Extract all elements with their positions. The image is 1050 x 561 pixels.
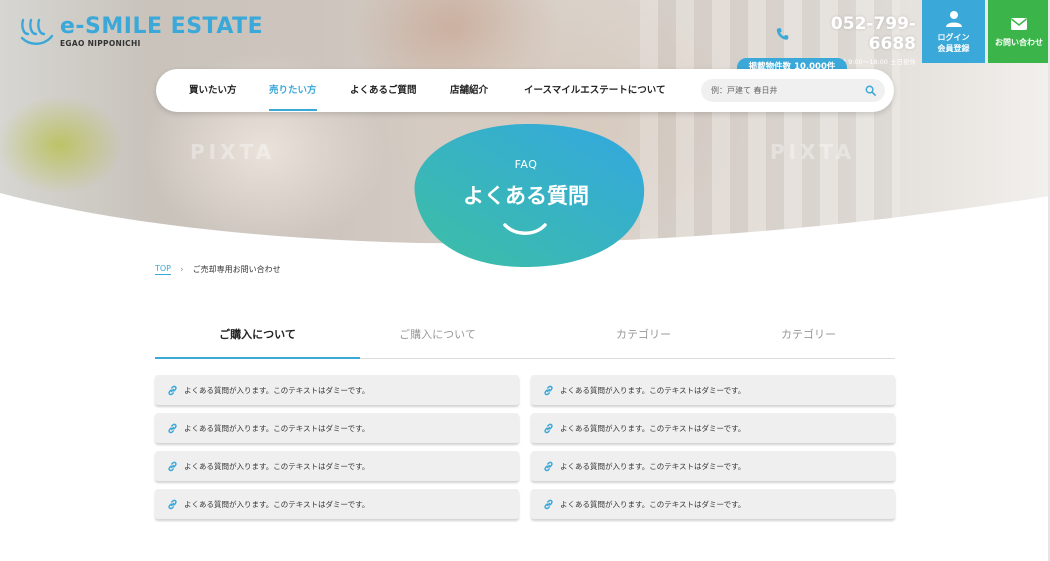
link-icon: [544, 423, 553, 433]
faq-question-text: よくある質問が入ります。このテキストはダミーです。: [560, 499, 746, 509]
page-title: よくある質問: [463, 184, 589, 208]
search-icon[interactable]: [865, 85, 876, 96]
faq-label-en: FAQ: [514, 158, 538, 171]
tab-purchase-1[interactable]: ご購入について: [155, 318, 360, 359]
faq-question-text: よくある質問が入ります。このテキストはダミーです。: [184, 423, 370, 433]
logo-subtitle: EGAO NIPPONICHI: [60, 39, 141, 48]
register-label: 会員登録: [937, 43, 970, 53]
search-box: [701, 79, 885, 102]
nav-item-about[interactable]: イースマイルエステートについて: [524, 69, 665, 112]
faq-question-text: よくある質問が入ります。このテキストはダミーです。: [560, 385, 746, 395]
main-nav: 買いたい方 売りたい方 よくあるご質問 店舗紹介 イースマイルエステートについて: [156, 69, 894, 112]
faq-item[interactable]: よくある質問が入ります。このテキストはダミーです。: [531, 375, 895, 405]
faq-question-text: よくある質問が入ります。このテキストはダミーです。: [560, 423, 746, 433]
link-icon: [544, 385, 553, 395]
phone-icon: [776, 28, 789, 40]
mail-icon: [1011, 18, 1027, 30]
link-icon: [544, 499, 553, 509]
smile-logo-icon: [20, 18, 54, 45]
tab-purchase-2[interactable]: ご購入について: [335, 318, 540, 358]
nav-item-stores[interactable]: 店舗紹介: [450, 69, 488, 112]
breadcrumb-top-link[interactable]: TOP: [155, 264, 172, 275]
breadcrumb-separator: ›: [180, 264, 184, 275]
contact-label: お問い合わせ: [995, 38, 1043, 47]
faq-question-text: よくある質問が入ります。このテキストはダミーです。: [184, 499, 370, 509]
login-button[interactable]: ログイン 会員登録: [922, 0, 985, 63]
link-icon: [168, 499, 177, 509]
faq-question-text: よくある質問が入ります。このテキストはダミーです。: [184, 461, 370, 471]
breadcrumb-current: ご売却専用お問い合わせ: [192, 265, 281, 274]
faq-item[interactable]: よくある質問が入ります。このテキストはダミーです。: [531, 489, 895, 519]
nav-item-faq[interactable]: よくあるご質問: [350, 69, 417, 112]
faq-item[interactable]: よくある質問が入ります。このテキストはダミーです。: [155, 451, 519, 481]
nav-item-buy[interactable]: 買いたい方: [189, 69, 237, 112]
nav-item-sell[interactable]: 売りたい方: [269, 69, 317, 112]
link-icon: [544, 461, 553, 471]
faq-item[interactable]: よくある質問が入ります。このテキストはダミーです。: [531, 413, 895, 443]
link-icon: [168, 461, 177, 471]
tab-category-2[interactable]: カテゴリー: [706, 318, 911, 358]
site-logo[interactable]: e-SMILE ESTATE EGAO NIPPONICHI: [20, 14, 263, 48]
logo-name: e-SMILE ESTATE: [60, 14, 264, 39]
faq-question-text: よくある質問が入ります。このテキストはダミーです。: [560, 461, 746, 471]
faq-tabs: ご購入について ご購入について カテゴリー カテゴリー: [155, 318, 895, 359]
breadcrumb: TOP › ご売却専用お問い合わせ: [155, 264, 281, 275]
link-icon: [168, 423, 177, 433]
faq-item[interactable]: よくある質問が入ります。このテキストはダミーです。: [531, 451, 895, 481]
contact-button[interactable]: お問い合わせ: [988, 0, 1050, 63]
login-label: ログイン: [937, 32, 970, 42]
faq-question-text: よくある質問が入ります。このテキストはダミーです。: [184, 385, 370, 395]
search-input[interactable]: [711, 79, 861, 102]
smile-icon: [503, 223, 547, 235]
link-icon: [168, 385, 177, 395]
faq-item[interactable]: よくある質問が入ります。このテキストはダミーです。: [155, 489, 519, 519]
faq-item[interactable]: よくある質問が入ります。このテキストはダミーです。: [155, 413, 519, 443]
user-icon: [945, 10, 962, 27]
faq-item[interactable]: よくある質問が入ります。このテキストはダミーです。: [155, 375, 519, 405]
phone-number: 052-799-6688: [830, 14, 916, 54]
